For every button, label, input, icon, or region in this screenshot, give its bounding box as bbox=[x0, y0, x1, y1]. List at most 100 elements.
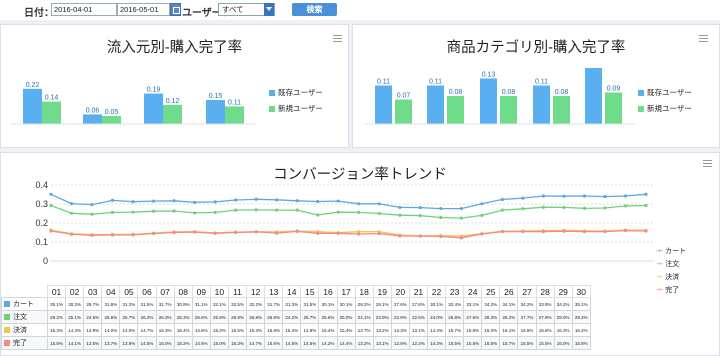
data-point[interactable] bbox=[110, 210, 115, 214]
data-point[interactable] bbox=[357, 232, 361, 236]
data-point[interactable] bbox=[90, 233, 94, 237]
data-point[interactable] bbox=[500, 208, 504, 212]
data-point[interactable] bbox=[336, 231, 340, 235]
data-point[interactable] bbox=[131, 210, 135, 214]
data-point[interactable] bbox=[172, 209, 176, 213]
legend-item[interactable]: -•- カート bbox=[656, 246, 686, 256]
data-point[interactable] bbox=[151, 209, 156, 213]
data-point[interactable] bbox=[110, 233, 115, 237]
data-point[interactable] bbox=[213, 200, 217, 204]
data-point[interactable] bbox=[49, 229, 53, 233]
data-point[interactable] bbox=[131, 233, 135, 237]
data-point[interactable] bbox=[398, 205, 402, 210]
data-point[interactable] bbox=[234, 230, 238, 235]
data-point[interactable] bbox=[377, 202, 381, 206]
data-point[interactable] bbox=[90, 202, 94, 207]
data-point[interactable] bbox=[254, 230, 258, 234]
bar[interactable] bbox=[23, 88, 42, 124]
data-point[interactable] bbox=[69, 232, 74, 236]
data-point[interactable] bbox=[459, 216, 463, 220]
data-point[interactable] bbox=[603, 206, 607, 210]
data-point[interactable] bbox=[500, 197, 504, 202]
data-point[interactable] bbox=[295, 229, 299, 233]
bar[interactable] bbox=[225, 106, 244, 124]
bar[interactable] bbox=[447, 96, 464, 124]
data-point[interactable] bbox=[644, 192, 648, 196]
data-point[interactable] bbox=[439, 234, 443, 239]
data-point[interactable] bbox=[500, 229, 504, 234]
data-point[interactable] bbox=[316, 213, 320, 217]
data-point[interactable] bbox=[398, 234, 402, 238]
data-point[interactable] bbox=[377, 232, 381, 236]
data-point[interactable] bbox=[234, 198, 238, 202]
data-point[interactable] bbox=[295, 199, 299, 203]
data-point[interactable] bbox=[521, 196, 525, 200]
bar[interactable] bbox=[375, 85, 392, 125]
data-point[interactable] bbox=[275, 208, 279, 212]
data-point[interactable] bbox=[193, 211, 197, 215]
data-point[interactable] bbox=[377, 211, 381, 216]
bar[interactable] bbox=[605, 92, 622, 125]
data-point[interactable] bbox=[603, 229, 607, 234]
bar[interactable] bbox=[206, 100, 225, 124]
bar[interactable] bbox=[144, 93, 163, 124]
bar[interactable] bbox=[83, 114, 102, 124]
data-point[interactable] bbox=[644, 229, 648, 233]
data-point[interactable] bbox=[49, 203, 53, 208]
data-point[interactable] bbox=[193, 200, 197, 204]
bar[interactable] bbox=[533, 85, 550, 125]
data-point[interactable] bbox=[644, 203, 648, 208]
data-point[interactable] bbox=[480, 202, 484, 206]
data-point[interactable] bbox=[316, 231, 320, 235]
bar[interactable] bbox=[102, 116, 121, 124]
data-point[interactable] bbox=[521, 229, 525, 234]
bar[interactable] bbox=[427, 85, 444, 125]
calendar-icon[interactable] bbox=[170, 3, 181, 16]
data-point[interactable] bbox=[623, 229, 628, 233]
data-point[interactable] bbox=[275, 231, 279, 235]
data-point[interactable] bbox=[336, 199, 340, 203]
data-point[interactable] bbox=[234, 208, 238, 212]
bar[interactable] bbox=[553, 96, 570, 124]
bar[interactable] bbox=[480, 78, 497, 125]
data-point[interactable] bbox=[336, 210, 340, 214]
bar[interactable] bbox=[585, 68, 602, 124]
bar[interactable] bbox=[42, 101, 61, 124]
data-point[interactable] bbox=[275, 198, 279, 202]
data-point[interactable] bbox=[582, 206, 587, 210]
data-point[interactable] bbox=[603, 194, 607, 199]
data-point[interactable] bbox=[562, 194, 566, 198]
data-point[interactable] bbox=[521, 207, 525, 211]
data-point[interactable] bbox=[541, 194, 546, 198]
data-point[interactable] bbox=[418, 206, 422, 210]
data-point[interactable] bbox=[541, 205, 546, 209]
data-point[interactable] bbox=[439, 215, 443, 220]
data-point[interactable] bbox=[357, 210, 361, 214]
data-point[interactable] bbox=[69, 211, 74, 215]
data-point[interactable] bbox=[480, 232, 484, 236]
data-point[interactable] bbox=[316, 199, 320, 204]
bar[interactable] bbox=[500, 96, 517, 124]
data-point[interactable] bbox=[562, 205, 566, 210]
data-point[interactable] bbox=[582, 229, 587, 234]
data-point[interactable] bbox=[69, 202, 74, 206]
data-point[interactable] bbox=[90, 212, 94, 216]
data-point[interactable] bbox=[295, 208, 299, 212]
data-point[interactable] bbox=[131, 200, 135, 204]
data-point[interactable] bbox=[357, 202, 361, 206]
bar[interactable] bbox=[395, 99, 412, 125]
data-point[interactable] bbox=[213, 231, 217, 235]
legend-item[interactable]: -•- 決済 bbox=[656, 272, 686, 282]
data-point[interactable] bbox=[49, 192, 53, 196]
legend-item[interactable]: -•- 注文 bbox=[656, 259, 686, 269]
data-point[interactable] bbox=[459, 236, 463, 240]
data-point[interactable] bbox=[623, 204, 628, 208]
data-point[interactable] bbox=[562, 229, 566, 233]
data-point[interactable] bbox=[151, 199, 156, 203]
data-point[interactable] bbox=[541, 229, 546, 234]
data-point[interactable] bbox=[172, 230, 176, 235]
data-point[interactable] bbox=[623, 194, 628, 198]
legend-item[interactable]: -•- 完了 bbox=[656, 285, 686, 295]
data-point[interactable] bbox=[459, 206, 463, 211]
data-point[interactable] bbox=[213, 210, 217, 214]
